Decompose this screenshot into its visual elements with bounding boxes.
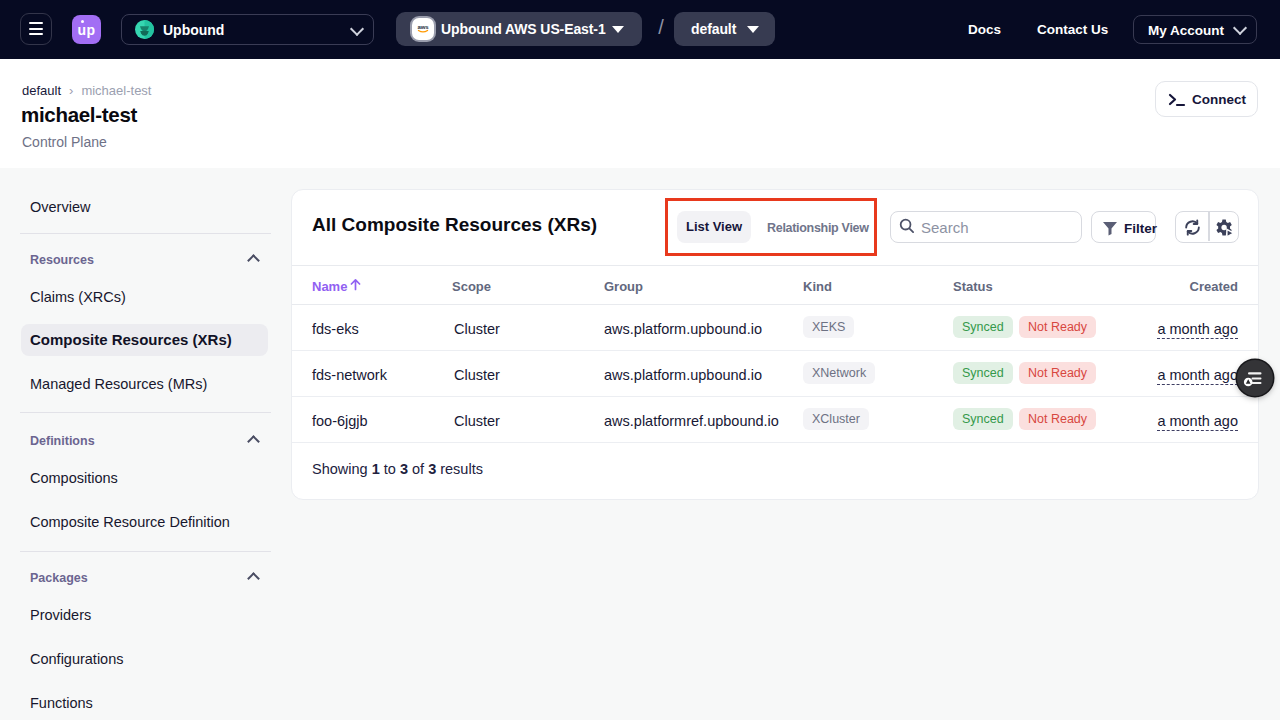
- svg-text:aws: aws: [417, 24, 429, 30]
